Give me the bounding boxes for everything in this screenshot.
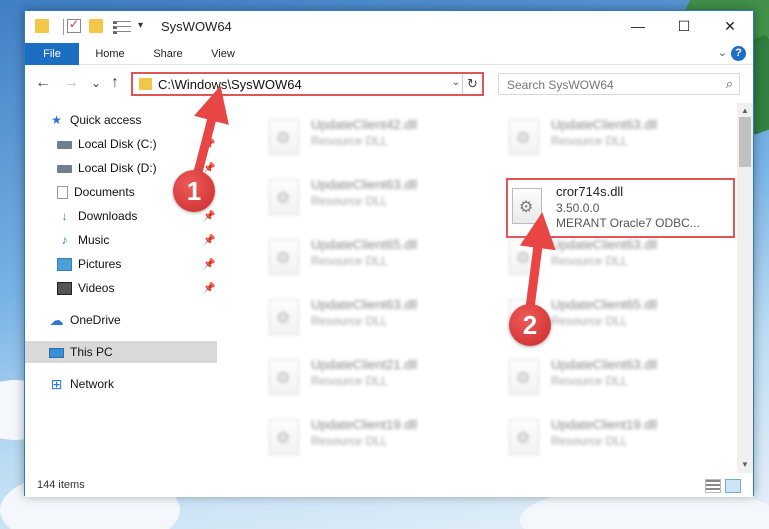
callout-badge-1: 1 [173,170,215,212]
callout-arrow-1 [191,85,229,185]
callout-arrows [191,85,556,313]
callout-arrow-2 [519,212,556,313]
callout-badge-2: 2 [509,304,551,346]
